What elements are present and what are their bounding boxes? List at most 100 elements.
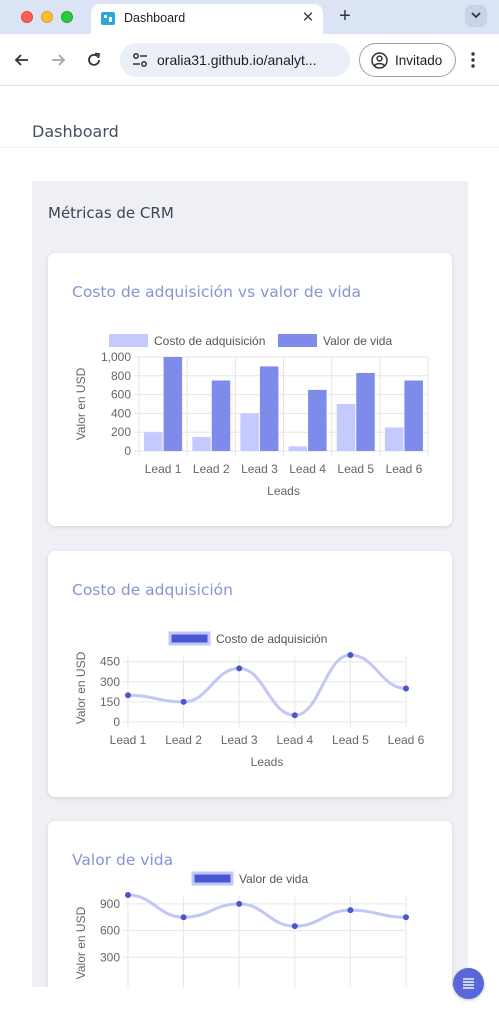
site-settings-icon[interactable] xyxy=(132,52,148,68)
x-tick-label: Lead 1 xyxy=(145,462,182,476)
x-tick-label: Lead 2 xyxy=(193,462,230,476)
x-axis-label: Leads xyxy=(267,484,300,498)
y-axis-label: Valor en USD xyxy=(74,651,88,724)
x-tick-label: Lead 5 xyxy=(337,462,374,476)
profile-icon xyxy=(371,52,388,69)
bar xyxy=(404,380,423,451)
x-tick-label: Lead 4 xyxy=(276,733,313,747)
browser-window: Dashboard ✕ + oralia31.github.io/analyt.… xyxy=(0,0,499,1011)
browser-toolbar: oralia31.github.io/analyt... Invitado xyxy=(0,34,499,86)
x-tick-label: Lead 6 xyxy=(388,733,425,747)
reload-icon[interactable] xyxy=(85,51,103,69)
y-tick-label: 450 xyxy=(100,655,120,669)
y-tick-label: 600 xyxy=(111,388,131,402)
bar xyxy=(288,446,308,451)
data-point xyxy=(125,692,131,699)
x-tick-label: Lead 3 xyxy=(241,462,278,476)
browser-menu-icon[interactable] xyxy=(470,51,476,69)
section-title: Métricas de CRM xyxy=(48,204,174,222)
close-window-button[interactable] xyxy=(21,11,33,23)
bar xyxy=(144,432,163,451)
data-point xyxy=(403,685,409,692)
x-tick-label: Lead 6 xyxy=(386,462,423,476)
data-point xyxy=(291,712,298,719)
data-point xyxy=(291,923,298,930)
dashboard-favicon-icon xyxy=(101,12,115,25)
x-tick-label: Lead 5 xyxy=(332,733,369,747)
life-value-line-chart-card: Valor de vida 900 600 300 Valor en USD Valor… xyxy=(48,821,452,987)
address-text: oralia31.github.io/analyt... xyxy=(157,52,317,68)
y-tick-label: 600 xyxy=(100,924,120,938)
legend-swatch xyxy=(278,334,317,347)
y-axis-label: Valor en USD xyxy=(74,367,88,440)
data-point xyxy=(125,892,131,898)
bar xyxy=(308,389,327,451)
bottom-bar xyxy=(0,987,499,1011)
x-tick-label: Lead 4 xyxy=(289,462,326,476)
series-line xyxy=(127,893,407,928)
legend-swatch xyxy=(191,871,234,886)
life-value-line-chart: 900 600 300 Valor en USD Valor de vida xyxy=(74,871,409,987)
bar-chart-card: Costo de adquisición vs valor de vida 1,… xyxy=(48,253,452,526)
y-tick-label: 150 xyxy=(100,695,120,709)
y-tick-label: 300 xyxy=(100,950,120,964)
data-point xyxy=(236,900,243,907)
x-tick-label: Lead 1 xyxy=(110,733,147,747)
legend-label: Valor de vida xyxy=(323,334,392,348)
tab-title: Dashboard xyxy=(124,11,186,25)
bar xyxy=(384,427,404,451)
page-content: Dashboard Métricas de CRM Costo de adqui… xyxy=(0,86,499,987)
tab-search-button[interactable] xyxy=(465,5,487,27)
legend-swatch xyxy=(109,334,148,347)
y-tick-label: 400 xyxy=(111,406,131,420)
y-tick-label: 200 xyxy=(111,425,131,439)
x-tick-label: Lead 2 xyxy=(165,733,202,747)
bar xyxy=(163,357,183,451)
y-tick-label: 900 xyxy=(100,897,120,911)
legend-label: Valor de vida xyxy=(239,872,308,886)
maximize-window-button[interactable] xyxy=(61,11,73,23)
cost-line-chart-card: Costo de adquisición 450 300 150 0 Lead 1 Lea… xyxy=(48,551,452,797)
bar xyxy=(356,372,375,451)
bar xyxy=(211,380,231,451)
data-point xyxy=(347,652,354,658)
profile-label: Invitado xyxy=(395,53,443,68)
data-point xyxy=(180,914,187,921)
y-tick-label: 0 xyxy=(124,444,131,458)
minimize-window-button[interactable] xyxy=(41,11,53,23)
bar xyxy=(336,404,356,451)
data-point xyxy=(236,665,243,672)
address-bar[interactable]: oralia31.github.io/analyt... xyxy=(120,43,350,77)
forward-arrow-icon[interactable] xyxy=(49,51,67,69)
tab-strip: Dashboard ✕ + xyxy=(0,0,499,34)
data-point xyxy=(403,914,409,921)
close-tab-icon[interactable]: ✕ xyxy=(299,8,317,26)
new-tab-icon[interactable]: + xyxy=(336,5,354,28)
y-tick-label: 0 xyxy=(113,715,120,729)
menu-fab-button[interactable] xyxy=(453,968,484,999)
bar xyxy=(259,366,279,451)
y-tick-label: 800 xyxy=(111,369,131,383)
y-tick-label: 1,000 xyxy=(101,350,131,364)
data-point xyxy=(347,907,354,914)
legend-swatch xyxy=(168,631,211,646)
crm-metrics-section: Métricas de CRM Costo de adquisición vs … xyxy=(32,181,468,987)
chevron-down-icon xyxy=(471,12,481,19)
profile-button[interactable]: Invitado xyxy=(359,43,456,77)
page-header: Dashboard xyxy=(0,86,499,148)
bar xyxy=(192,436,211,451)
legend-label: Costo de adquisición xyxy=(154,334,265,348)
bar xyxy=(240,413,259,451)
tab-dashboard[interactable]: Dashboard ✕ xyxy=(91,4,323,34)
x-tick-label: Lead 3 xyxy=(221,733,258,747)
legend-label: Costo de adquisición xyxy=(216,632,327,646)
y-axis-label: Valor en USD xyxy=(74,906,88,979)
cost-line-chart: 450 300 150 0 Lead 1 Lead 2 Lead 3 Lead 4 Lead 5… xyxy=(74,631,425,769)
back-arrow-icon[interactable] xyxy=(13,51,31,69)
data-point xyxy=(180,698,187,705)
page-title: Dashboard xyxy=(32,122,119,141)
x-axis-label: Leads xyxy=(251,755,284,769)
list-menu-icon xyxy=(463,978,474,989)
series-line xyxy=(127,653,407,717)
y-tick-label: 300 xyxy=(100,675,120,689)
